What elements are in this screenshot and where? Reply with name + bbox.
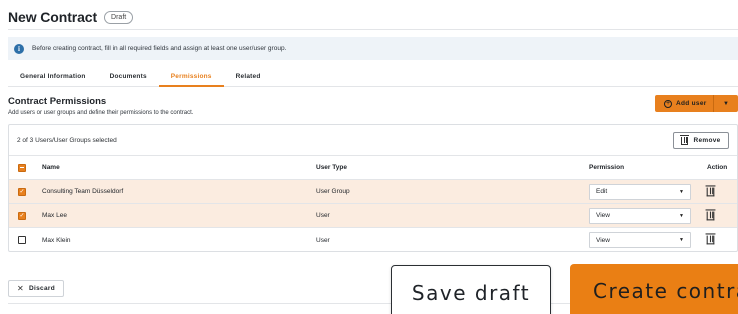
header-divider	[8, 29, 738, 30]
discard-label: Discard	[29, 285, 55, 292]
trash-icon	[705, 233, 716, 245]
info-icon: i	[14, 43, 24, 54]
permission-select[interactable]: Edit ▼	[589, 183, 691, 200]
section-description: Add users or user groups and define thei…	[8, 110, 194, 116]
trash-icon	[705, 208, 716, 220]
select-all-checkbox[interactable]	[18, 163, 26, 172]
add-user-button[interactable]: + Add user	[655, 95, 714, 112]
chevron-down-icon: ▼	[679, 237, 684, 243]
add-user-label: Add user	[676, 100, 707, 107]
column-header-action: Action	[707, 164, 728, 171]
permission-select[interactable]: View ▼	[589, 207, 691, 224]
permission-select[interactable]: View ▼	[589, 232, 691, 248]
column-header-user-type: User Type	[316, 164, 347, 171]
column-header-permission: Permission	[589, 164, 625, 171]
permissions-table: 2 of 3 Users/User Groups selected Remove…	[8, 124, 738, 252]
trash-icon	[705, 184, 716, 196]
section-title: Contract Permissions	[8, 96, 107, 107]
table-row: Max Klein User View ▼	[9, 228, 737, 251]
row-name: Consulting Team Düsseldorf	[42, 188, 124, 195]
table-row: ✓ Max Lee User View ▼	[9, 204, 737, 228]
row-checkbox[interactable]: ✓	[18, 187, 26, 196]
column-header-name: Name	[42, 164, 60, 171]
permission-value: View	[596, 212, 610, 219]
info-banner-text: Before creating contract, fill in all re…	[32, 45, 287, 52]
row-name: Max Klein	[42, 236, 71, 244]
row-checkbox[interactable]: ✓	[18, 211, 26, 220]
permission-value: Edit	[596, 188, 608, 195]
save-draft-button[interactable]: Save draft	[391, 265, 551, 314]
remove-label: Remove	[693, 136, 721, 144]
plus-circle-icon: +	[664, 99, 672, 108]
delete-row-button[interactable]	[705, 208, 716, 222]
trash-icon	[680, 135, 690, 145]
info-banner: i Before creating contract, fill in all …	[8, 37, 738, 60]
create-contract-label: Create contra	[593, 279, 738, 303]
tab-bar: General Information Documents Permission…	[8, 68, 738, 87]
tab-permissions[interactable]: Permissions	[158, 68, 224, 87]
row-user-type: User	[316, 236, 330, 244]
table-header-row: Name User Type Permission Action	[9, 156, 737, 180]
chevron-down-icon: ▼	[723, 100, 729, 107]
row-user-type: User Group	[316, 188, 350, 195]
add-user-dropdown-toggle[interactable]: ▼	[714, 101, 738, 107]
row-user-type: User	[316, 212, 330, 219]
chevron-down-icon: ▼	[679, 188, 684, 195]
chevron-down-icon: ▼	[679, 212, 684, 219]
status-badge: Draft	[104, 10, 134, 24]
row-checkbox[interactable]	[18, 236, 26, 244]
remove-button[interactable]: Remove	[673, 131, 729, 149]
tab-general-information[interactable]: General Information	[8, 68, 98, 86]
tab-related[interactable]: Related	[224, 68, 273, 86]
selection-count: 2 of 3 Users/User Groups selected	[17, 136, 117, 144]
close-icon: ✕	[17, 284, 25, 293]
add-user-split-button: + Add user ▼	[655, 95, 738, 112]
row-name: Max Lee	[42, 212, 67, 219]
page-header: New Contract Draft	[8, 9, 134, 25]
delete-row-button[interactable]	[705, 233, 716, 246]
permission-value: View	[596, 236, 610, 244]
table-toolbar: 2 of 3 Users/User Groups selected Remove	[9, 125, 737, 156]
delete-row-button[interactable]	[705, 184, 716, 198]
discard-button[interactable]: ✕ Discard	[8, 280, 64, 297]
create-contract-button[interactable]: Create contra	[570, 264, 738, 314]
page-title: New Contract	[8, 9, 98, 25]
table-row: ✓ Consulting Team Düsseldorf User Group …	[9, 180, 737, 204]
tab-documents[interactable]: Documents	[98, 68, 159, 86]
save-draft-label: Save draft	[411, 281, 531, 305]
